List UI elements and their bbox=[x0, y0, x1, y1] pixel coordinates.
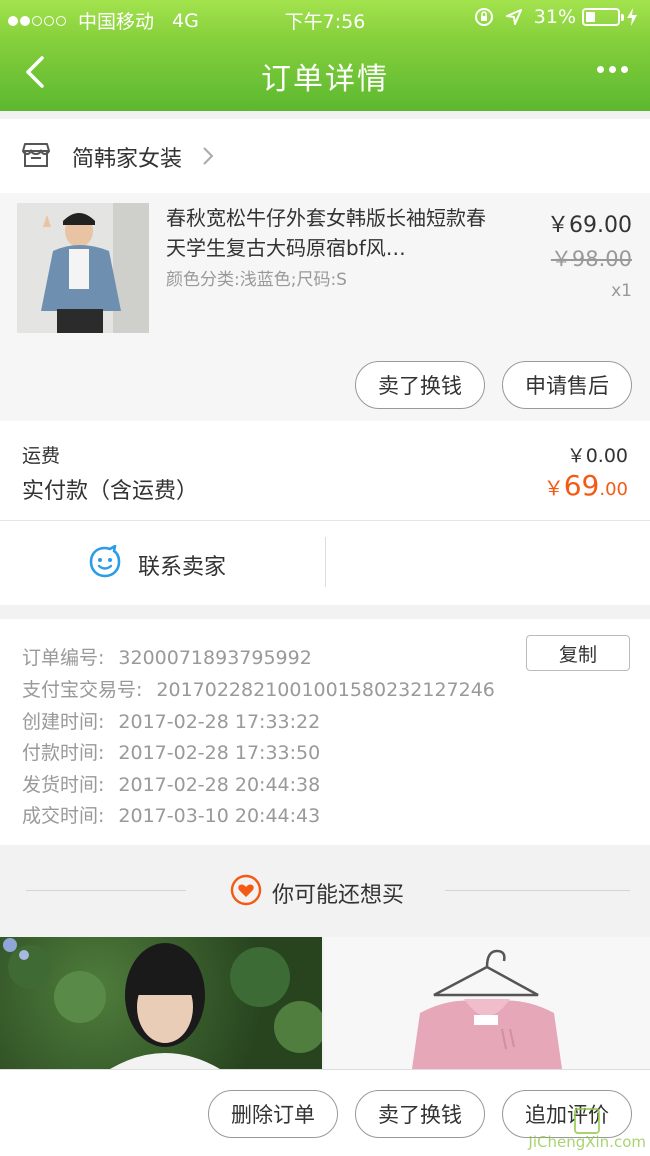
product-image[interactable] bbox=[17, 203, 149, 333]
product-title[interactable]: 春秋宽松牛仔外套女韩版长袖短款春天学生复古大码原宿bf风… bbox=[166, 203, 496, 263]
info-label: 支付宝交易号: bbox=[22, 679, 143, 701]
store-icon bbox=[22, 143, 50, 167]
product-quantity: x1 bbox=[611, 281, 632, 301]
shop-row[interactable]: 简韩家女装 bbox=[0, 119, 650, 193]
info-label: 订单编号: bbox=[22, 647, 105, 669]
info-label: 发货时间: bbox=[22, 774, 105, 796]
battery-level bbox=[586, 12, 596, 22]
order-info: 订单编号: 3200071893795992 支付宝交易号: 20170228210… bbox=[0, 619, 650, 845]
deal-time: 2017-03-10 20:44:43 bbox=[118, 805, 321, 827]
recommend-product-image[interactable] bbox=[324, 937, 650, 1069]
shop-name: 简韩家女装 bbox=[72, 147, 183, 172]
divider-line bbox=[445, 890, 630, 891]
order-item[interactable]: 春秋宽松牛仔外套女韩版长袖短款春天学生复古大码原宿bf风… 颜色分类:浅蓝色;尺… bbox=[0, 193, 650, 421]
info-label: 创建时间: bbox=[22, 711, 105, 733]
contact-divider bbox=[325, 537, 326, 587]
recommend-photo-figure bbox=[3, 938, 322, 1069]
info-label: 付款时间: bbox=[22, 742, 105, 764]
sell-for-cash-button[interactable]: 卖了换钱 bbox=[355, 1090, 485, 1138]
status-right: 31% bbox=[474, 6, 638, 28]
paid-decimal: .00 bbox=[599, 479, 628, 500]
sell-for-cash-button[interactable]: 卖了换钱 bbox=[355, 361, 485, 409]
freight-label: 运费 bbox=[22, 445, 61, 467]
watermark-logo bbox=[574, 1108, 601, 1134]
more-icon[interactable] bbox=[592, 66, 628, 73]
freight-value: ￥0.00 bbox=[566, 445, 628, 467]
charging-bolt-icon bbox=[627, 8, 637, 26]
order-number: 3200071893795992 bbox=[118, 647, 312, 669]
contact-row: 联系卖家 bbox=[0, 521, 650, 605]
paid-amount: ￥69.00 bbox=[544, 469, 628, 502]
recommend-header: 你可能还想买 bbox=[0, 845, 650, 937]
battery-icon bbox=[582, 8, 624, 26]
battery-percent: 31% bbox=[533, 6, 576, 28]
paid-currency: ￥ bbox=[543, 476, 564, 500]
status-bar: 中国移动 4G 下午7:56 31% bbox=[0, 0, 650, 36]
info-label: 成交时间: bbox=[22, 805, 105, 827]
created-time: 2017-02-28 17:33:22 bbox=[118, 711, 321, 733]
site-watermark: JiChengXin.com bbox=[528, 1108, 646, 1150]
copy-button[interactable]: 复制 bbox=[526, 635, 630, 671]
product-spec: 颜色分类:浅蓝色;尺码:S bbox=[166, 270, 347, 290]
location-arrow-icon bbox=[505, 9, 522, 25]
contact-seller-button[interactable]: 联系卖家 bbox=[138, 549, 226, 581]
deal-time-row: 成交时间: 2017-03-10 20:44:43 bbox=[22, 801, 320, 828]
after-sale-button[interactable]: 申请售后 bbox=[502, 361, 632, 409]
alipay-trade-row: 支付宝交易号: 2017022821001001580232127246 bbox=[22, 675, 495, 702]
created-time-row: 创建时间: 2017-02-28 17:33:22 bbox=[22, 707, 320, 734]
bottom-action-bar: 删除订单 卖了换钱 追加评价 JiChengXin.com bbox=[0, 1069, 650, 1156]
page-title: 订单详情 bbox=[261, 62, 389, 97]
recommend-sweater-figure bbox=[412, 949, 562, 1069]
paid-label: 实付款（含运费） bbox=[22, 479, 199, 504]
fee-summary: 运费 ￥0.00 实付款（含运费） ￥69.00 bbox=[0, 421, 650, 521]
delete-order-button[interactable]: 删除订单 bbox=[208, 1090, 338, 1138]
payment-time: 2017-02-28 17:33:50 bbox=[118, 742, 321, 764]
recommend-product-image[interactable] bbox=[0, 937, 322, 1069]
nav-bar: 订单详情 bbox=[0, 36, 650, 111]
product-price: ￥69.00 bbox=[547, 213, 632, 238]
rotation-lock-icon bbox=[474, 8, 493, 26]
app-header: 中国移动 4G 下午7:56 31% 订单详情 bbox=[0, 0, 650, 111]
paid-integer: 69 bbox=[563, 469, 600, 502]
divider-line bbox=[26, 890, 186, 891]
watermark-text: JiChengXin.com bbox=[528, 1133, 646, 1151]
ship-time-row: 发货时间: 2017-02-28 20:44:38 bbox=[22, 770, 320, 797]
recommend-title: 你可能还想买 bbox=[272, 883, 405, 908]
payment-time-row: 付款时间: 2017-02-28 17:33:50 bbox=[22, 738, 320, 765]
product-original-price: ￥98.00 bbox=[550, 247, 632, 271]
alipay-trade-number: 2017022821001001580232127246 bbox=[156, 679, 495, 701]
order-number-row: 订单编号: 3200071893795992 bbox=[22, 643, 312, 670]
heart-icon bbox=[230, 874, 262, 906]
product-photo-figure bbox=[17, 203, 149, 333]
chevron-right-icon bbox=[203, 147, 214, 165]
chat-bubble-icon[interactable] bbox=[88, 545, 122, 579]
ship-time: 2017-02-28 20:44:38 bbox=[118, 774, 321, 796]
